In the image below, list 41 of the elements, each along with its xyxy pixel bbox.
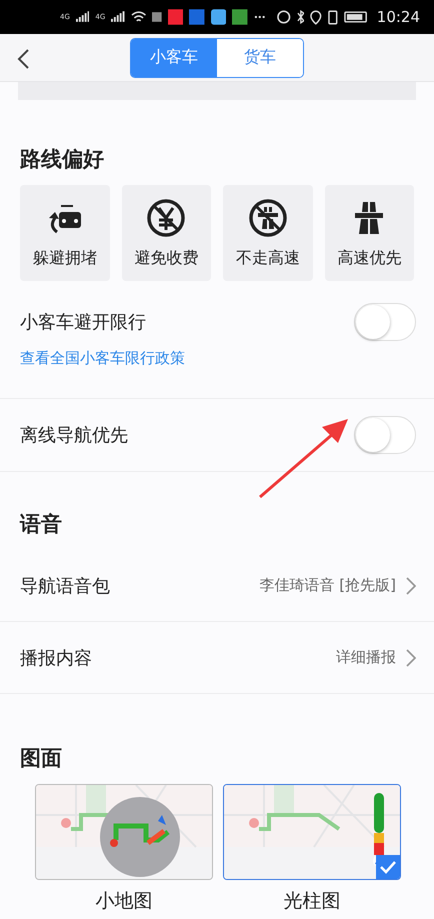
policy-link[interactable]: 查看全国小客车限行政策 — [0, 349, 434, 368]
setting-value: 详细播报 — [336, 648, 396, 667]
route-option[interactable]: 高速优先 — [324, 185, 414, 281]
setting-label: 小客车避开限行 — [20, 311, 146, 334]
route-option[interactable]: 躲避拥堵 — [20, 185, 110, 281]
chevron-right-icon — [406, 576, 416, 594]
section-title: 语音 — [18, 511, 63, 538]
alarm-icon — [277, 10, 291, 24]
display-option-label: 光柱图 — [284, 889, 340, 914]
wifi-icon — [130, 11, 146, 23]
setting-label: 播报内容 — [20, 646, 92, 670]
clock-time: 10:24 — [376, 8, 420, 26]
vehicle-tab[interactable]: 小客车 — [131, 38, 217, 76]
section-title: 图面 — [19, 745, 63, 772]
bluetooth-icon — [296, 10, 304, 24]
app-icon — [210, 9, 226, 25]
back-icon[interactable] — [16, 48, 30, 70]
vibrate-icon — [328, 10, 338, 24]
app-icon — [189, 9, 205, 25]
square-icon — [152, 12, 162, 22]
signal-icon — [111, 11, 125, 23]
app-icon — [168, 9, 184, 25]
no-yen-icon — [146, 198, 186, 238]
display-option-label: 小地图 — [96, 889, 152, 914]
chevron-right-icon — [406, 648, 416, 666]
toggle-switch[interactable] — [354, 416, 416, 454]
setting-value: 李佳琦语音 [抢先版] — [260, 576, 396, 595]
setting-label: 导航语音包 — [20, 574, 110, 598]
vehicle-tab[interactable]: 货车 — [217, 38, 303, 76]
toggle-switch[interactable] — [354, 303, 416, 341]
checkmark-icon — [376, 855, 400, 879]
setting-label: 离线导航优先 — [20, 424, 128, 447]
route-option[interactable]: 避免收费 — [122, 185, 211, 281]
no-highway-icon — [248, 198, 288, 238]
signal-icon — [76, 11, 90, 23]
section-title: 路线偏好 — [19, 146, 105, 173]
more-icon — [254, 15, 266, 19]
app-icon — [232, 9, 248, 25]
battery-icon — [344, 11, 367, 23]
route-option[interactable]: 不走高速 — [223, 185, 312, 281]
location-icon — [310, 10, 322, 24]
